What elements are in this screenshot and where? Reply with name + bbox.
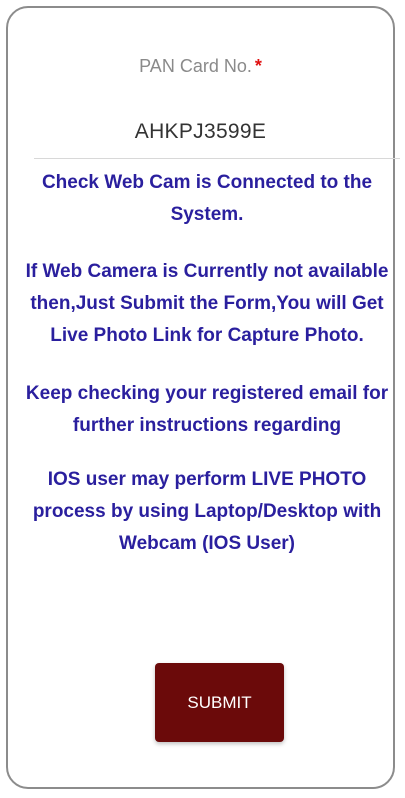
pan-card-value[interactable]: AHKPJ3599E <box>8 120 393 144</box>
webcam-unavailable-message: If Web Camera is Currently not available… <box>25 261 389 346</box>
submit-button[interactable]: SUBMIT <box>155 663 284 742</box>
pan-card-label: PAN Card No. * <box>8 56 393 77</box>
pan-card-label-text: PAN Card No. <box>139 56 252 76</box>
required-marker: * <box>254 56 262 76</box>
field-underline <box>34 158 400 159</box>
form-card: PAN Card No. * AHKPJ3599E Check Web Cam i… <box>6 6 400 789</box>
email-check-message: Keep checking your registered email for … <box>25 383 389 436</box>
webcam-check-message: Check Web Cam is Connected to the System… <box>41 172 373 225</box>
ios-user-message: IOS user may perform LIVE PHOTO process … <box>32 469 382 554</box>
